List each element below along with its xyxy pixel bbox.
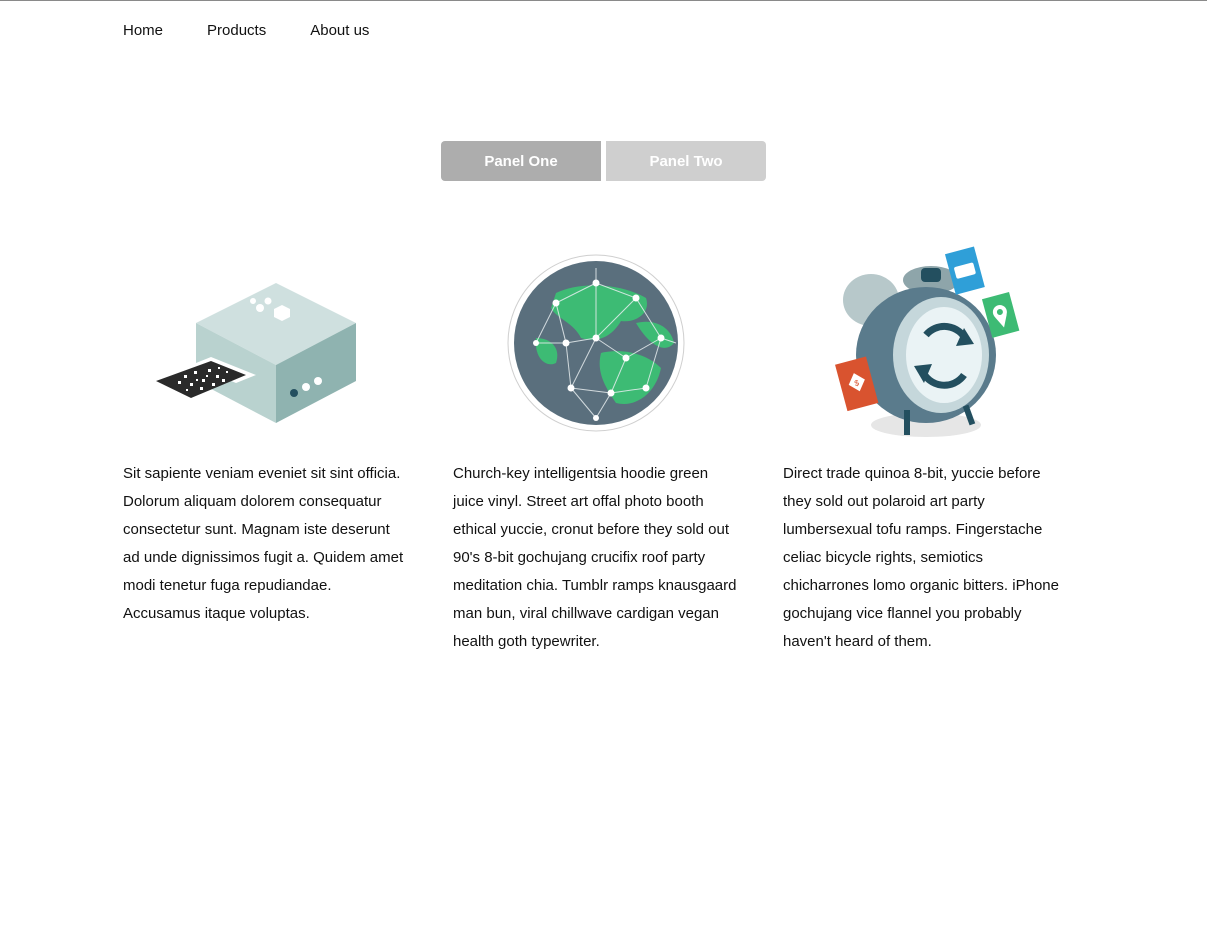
- feature-column-2: Church-key intelligentsia hoodie green j…: [453, 240, 738, 656]
- feature-text-3: Direct trade quinoa 8-bit, yuccie before…: [783, 465, 1059, 650]
- feature-text-2: Church-key intelligentsia hoodie green j…: [453, 465, 737, 650]
- tab-panel-two[interactable]: Panel Two: [606, 141, 766, 181]
- feature-column-1: Sit sapiente veniam eveniet sit sint off…: [123, 240, 408, 628]
- panel-tabs: Panel One Panel Two: [441, 141, 766, 181]
- tab-panel-one[interactable]: Panel One: [441, 141, 601, 181]
- nav-home-link[interactable]: Home: [123, 20, 163, 42]
- feature-column-3: $ Direct trade quinoa 8-bit, yuccie befo…: [783, 240, 1068, 656]
- alarm-clock-sync-icon: $: [783, 240, 1068, 445]
- qr-printer-box-icon: [123, 240, 408, 445]
- main-nav: Home Products About us: [123, 20, 369, 42]
- feature-text-1: Sit sapiente veniam eveniet sit sint off…: [123, 465, 404, 622]
- nav-products-link[interactable]: Products: [207, 20, 266, 42]
- nav-about-link[interactable]: About us: [310, 20, 369, 42]
- network-globe-icon: [453, 240, 738, 445]
- top-border: [0, 0, 1207, 1]
